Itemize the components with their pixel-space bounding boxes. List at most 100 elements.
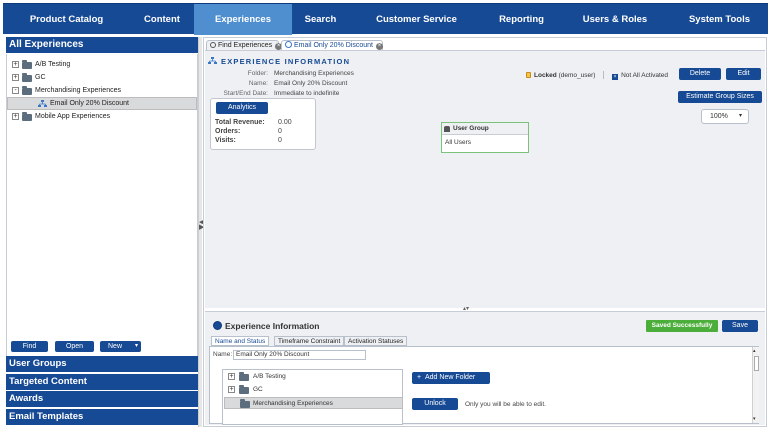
zoom-select[interactable]: 100% ▾ [701,109,749,124]
folder-item-label: A/B Testing [253,373,286,380]
chevron-down-icon: ▾ [738,113,742,119]
accordion-email-templates[interactable]: Email Templates [6,409,198,425]
experience-icon [208,57,217,64]
users-icon [444,126,450,132]
expand-icon[interactable]: + [228,386,235,393]
name-status-form: Name: Email Only 20% Discount + A/B Test… [209,346,759,425]
top-navigation-bar: Product Catalog Content Experiences Sear… [3,3,768,35]
open-button[interactable]: Open [55,341,94,352]
folder-icon [239,372,249,381]
experience-icon [38,100,47,107]
folder-label: Folder: [247,70,268,77]
find-button[interactable]: Find [11,341,48,352]
visits-value: 0 [278,137,282,144]
left-panel: All Experiences + A/B Testing + GC - Mer… [6,37,198,427]
tree-item-gc[interactable]: + GC [7,72,197,84]
nav-item-product-catalog[interactable]: Product Catalog [3,4,130,35]
search-icon [210,42,216,48]
folder-item-gc[interactable]: + GC [224,384,403,396]
folder-item-ab-testing[interactable]: + A/B Testing [224,371,403,383]
name-value: Email Only 20% Discount [274,80,348,87]
accordion-awards[interactable]: Awards [6,391,198,407]
visits-label: Visits: [215,137,236,144]
tree-item-mobile-app-experiences[interactable]: + Mobile App Experiences [7,111,197,123]
unlock-button[interactable]: Unlock [412,398,458,410]
tree-item-ab-testing[interactable]: + A/B Testing [7,59,197,71]
tab-timeframe-constraint[interactable]: Timeframe Constraint [274,336,345,346]
scrollbar-thumb[interactable] [754,356,759,371]
folder-icon [22,86,32,95]
chevron-down-icon: ▾ [134,343,138,349]
nav-item-content[interactable]: Content [130,4,194,35]
scroll-down-icon[interactable]: ▾ [753,416,756,422]
nav-item-customer-service[interactable]: Customer Service [349,4,484,35]
nav-item-search[interactable]: Search [292,4,349,35]
nav-item-reporting[interactable]: Reporting [484,4,559,35]
plus-icon: + [417,374,422,381]
tree-item-label: Mobile App Experiences [35,113,111,120]
folder-icon [22,60,32,69]
orders-value: 0 [278,128,282,135]
lock-user: (demo_user) [558,72,596,79]
folder-icon [22,112,32,121]
globe-icon [213,321,222,330]
user-group-header: User Group [442,123,528,135]
unlock-note: Only you will be able to edit. [465,401,546,408]
expand-icon[interactable]: + [12,61,19,68]
nav-item-system-tools[interactable]: System Tools [671,4,768,35]
estimate-group-sizes-button[interactable]: Estimate Group Sizes [678,91,762,103]
total-revenue-value: 0.00 [278,119,292,126]
total-revenue-label: Total Revenue: [215,119,265,126]
splitter-grip-icon[interactable]: ◀ ▶ [199,219,204,231]
tree-item-merchandising-experiences[interactable]: - Merchandising Experiences [7,85,197,97]
user-group-value: All Users [445,139,472,146]
saved-status-badge: Saved Successfully [646,320,718,332]
nav-item-experiences[interactable]: Experiences [194,4,292,35]
tree-item-label: A/B Testing [35,61,71,68]
activation-status: Not All Activated [621,72,669,79]
new-button-label: New [108,343,123,350]
folder-item-label: Merchandising Experiences [253,400,333,407]
new-button[interactable]: New ▾ [100,341,141,352]
form-scrollbar[interactable]: ▴ ▾ [752,347,759,423]
experience-icon [285,41,292,48]
experience-tree: + A/B Testing + GC - Merchandising Exper… [6,54,198,372]
user-group-node[interactable]: User Group All Users [441,122,529,153]
tree-item-label: Email Only 20% Discount [50,100,129,107]
tab-name-and-status[interactable]: Name and Status [211,336,270,346]
tab-activation-statuses[interactable]: Activation Statuses [344,336,408,346]
close-icon[interactable]: × [375,43,383,50]
add-new-folder-button[interactable]: + Add New Folder [412,372,490,384]
experience-info-panel: Experience Information Saved Successfull… [205,311,765,425]
folder-item-merchandising-experiences[interactable]: Merchandising Experiences [224,397,403,409]
scroll-up-icon[interactable]: ▴ [753,348,756,354]
tree-item-label: Merchandising Experiences [35,87,121,94]
name-input[interactable]: Email Only 20% Discount [233,350,366,360]
accordion-targeted-content[interactable]: Targeted Content [6,374,198,390]
name-field-label: Name: [213,351,233,358]
collapse-icon[interactable]: - [12,87,19,94]
save-button[interactable]: Save [722,320,758,332]
tree-item-label: GC [35,74,46,81]
lock-status: Locked (demo_user) × Not All Activated [526,71,668,80]
edit-button[interactable]: Edit [726,68,761,80]
delete-button[interactable]: Delete [679,68,721,80]
experience-canvas: EXPERIENCE INFORMATION Folder: Merchandi… [205,50,765,312]
expand-icon[interactable]: + [12,113,19,120]
tab-label: Find Experiences [218,42,273,49]
nav-item-users-roles[interactable]: Users & Roles [559,4,671,35]
add-folder-label: Add New Folder [424,374,476,381]
expand-icon[interactable]: + [228,373,235,380]
tree-item-email-only-20-discount[interactable]: Email Only 20% Discount [7,97,197,110]
main-panel: Find Experiences × Email Only 20% Discoun… [203,37,767,427]
expand-icon[interactable]: + [12,74,19,81]
all-experiences-header[interactable]: All Experiences [6,37,198,53]
user-group-title: User Group [453,125,489,132]
analytics-button[interactable]: Analytics [216,102,268,114]
zoom-value: 100% [710,113,728,120]
orders-label: Orders: [215,128,241,135]
folder-picker: + A/B Testing + GC Merchandising Experie… [222,369,403,425]
lock-icon [526,72,531,78]
accordion-user-groups[interactable]: User Groups [6,356,198,372]
folder-value: Merchandising Experiences [274,70,354,77]
